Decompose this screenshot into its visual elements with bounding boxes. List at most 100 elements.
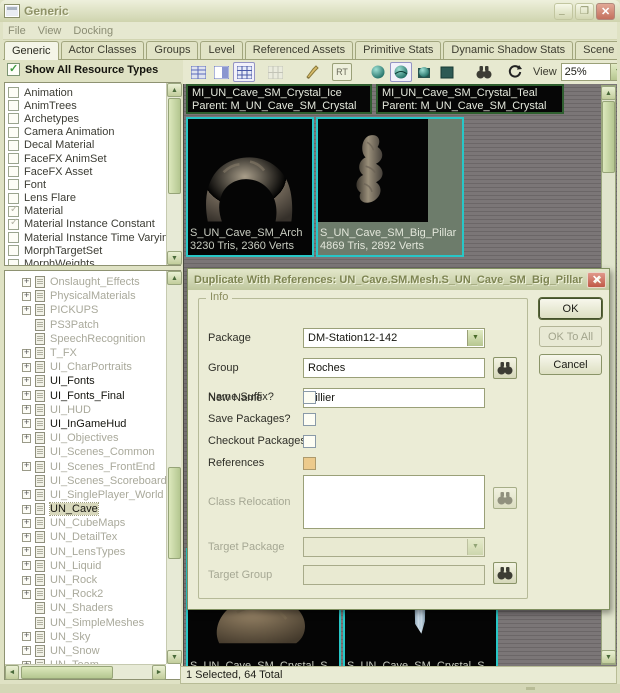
resource-type-row[interactable]: MorphTargetSet bbox=[8, 244, 180, 257]
resource-type-row[interactable]: Font bbox=[8, 178, 180, 191]
package-tree-item[interactable]: UN_Liquid bbox=[5, 559, 180, 573]
scroll-thumb[interactable] bbox=[21, 666, 113, 679]
package-tree-item[interactable]: UN_Rock bbox=[5, 573, 180, 587]
package-tree-item[interactable]: UN_SimpleMeshes bbox=[5, 616, 180, 630]
resource-checkbox[interactable] bbox=[8, 100, 19, 111]
resource-list-scrollbar[interactable] bbox=[166, 83, 181, 265]
resource-type-row[interactable]: AnimTrees bbox=[8, 99, 180, 112]
tree-vertical-scrollbar[interactable] bbox=[166, 271, 181, 664]
resource-checkbox[interactable] bbox=[8, 166, 19, 177]
resource-checkbox[interactable] bbox=[8, 193, 19, 204]
minimize-button[interactable] bbox=[554, 3, 573, 20]
resize-grip[interactable] bbox=[526, 687, 535, 690]
scroll-thumb[interactable] bbox=[168, 467, 181, 559]
expand-icon[interactable] bbox=[22, 306, 31, 315]
package-tree-item[interactable]: UN_Cave bbox=[5, 502, 180, 516]
package-tree-item[interactable]: UI_Fonts bbox=[5, 374, 180, 388]
package-tree-item[interactable]: UN_Sky bbox=[5, 630, 180, 644]
resource-type-row[interactable]: Decal Material bbox=[8, 139, 180, 152]
scroll-thumb[interactable] bbox=[602, 101, 615, 173]
resource-type-row[interactable]: FaceFX Asset bbox=[8, 165, 180, 178]
sphere-box-icon[interactable] bbox=[413, 62, 435, 82]
package-tree-item[interactable]: UN_DetailTex bbox=[5, 530, 180, 544]
tab[interactable]: Referenced Assets bbox=[245, 41, 353, 59]
split-view-icon[interactable] bbox=[210, 62, 232, 82]
package-tree-item[interactable]: UI_Scenes_Common bbox=[5, 445, 180, 459]
title-bar[interactable]: Generic bbox=[0, 0, 620, 22]
expand-icon[interactable] bbox=[22, 434, 31, 443]
package-tree-item[interactable]: UI_HUD bbox=[5, 403, 180, 417]
resource-type-row[interactable]: Animation bbox=[8, 86, 180, 99]
search-binoculars-icon[interactable] bbox=[473, 62, 495, 82]
expand-icon[interactable] bbox=[22, 349, 31, 358]
resource-checkbox[interactable] bbox=[8, 219, 19, 230]
maximize-button[interactable] bbox=[575, 3, 594, 20]
checkbox[interactable] bbox=[303, 457, 316, 470]
resource-type-row[interactable]: Archetypes bbox=[8, 112, 180, 125]
checkbox[interactable] bbox=[303, 413, 316, 426]
scroll-up-button[interactable] bbox=[601, 86, 616, 100]
tab[interactable]: Primitive Stats bbox=[355, 41, 441, 59]
resource-type-row[interactable]: Camera Animation bbox=[8, 126, 180, 139]
expand-icon[interactable] bbox=[22, 292, 31, 301]
menu-item[interactable]: View bbox=[38, 25, 70, 37]
package-tree-item[interactable]: SpeechRecognition bbox=[5, 332, 180, 346]
menu-item[interactable]: File bbox=[8, 25, 34, 37]
package-tree-item[interactable]: UN_Rock2 bbox=[5, 587, 180, 601]
scroll-down-button[interactable] bbox=[601, 650, 616, 664]
checkbox[interactable] bbox=[303, 435, 316, 448]
scroll-thumb[interactable] bbox=[168, 98, 181, 194]
expand-icon[interactable] bbox=[22, 576, 31, 585]
resource-type-row[interactable]: FaceFX AnimSet bbox=[8, 152, 180, 165]
expand-icon[interactable] bbox=[22, 419, 31, 428]
scroll-up-button[interactable] bbox=[167, 271, 182, 285]
expand-icon[interactable] bbox=[22, 490, 31, 499]
resource-type-row[interactable]: Material Instance Time Varying bbox=[8, 231, 180, 244]
sphere-selected-icon[interactable] bbox=[390, 62, 412, 82]
resource-checkbox[interactable] bbox=[8, 259, 19, 266]
expand-icon[interactable] bbox=[22, 363, 31, 372]
expand-icon[interactable] bbox=[22, 405, 31, 414]
sphere-icon[interactable] bbox=[367, 62, 389, 82]
view-zoom-select[interactable]: 25% bbox=[561, 63, 620, 81]
group-search-button[interactable] bbox=[493, 357, 517, 379]
resource-type-row[interactable]: Material Instance Constant bbox=[8, 218, 180, 231]
expand-icon[interactable] bbox=[22, 646, 31, 655]
package-tree-item[interactable]: T_FX bbox=[5, 346, 180, 360]
resource-checkbox[interactable] bbox=[8, 153, 19, 164]
package-tree-item[interactable]: UI_Objectives bbox=[5, 431, 180, 445]
package-tree-item[interactable]: PICKUPS bbox=[5, 303, 180, 317]
asset-tile-arch[interactable]: S_UN_Cave_SM_Arch 3230 Tris, 2360 Verts bbox=[186, 117, 314, 257]
resource-checkbox[interactable] bbox=[8, 127, 19, 138]
scroll-left-button[interactable] bbox=[5, 665, 19, 680]
expand-icon[interactable] bbox=[22, 519, 31, 528]
dialog-close-button[interactable] bbox=[587, 272, 606, 288]
expand-icon[interactable] bbox=[22, 278, 31, 287]
resource-type-row[interactable]: MorphWeights bbox=[8, 257, 180, 266]
target-group-search-button[interactable] bbox=[493, 562, 517, 584]
package-tree-item[interactable]: UI_InGameHud bbox=[5, 417, 180, 431]
expand-icon[interactable] bbox=[22, 533, 31, 542]
tab[interactable]: Actor Classes bbox=[61, 41, 145, 59]
plane-icon[interactable] bbox=[436, 62, 458, 82]
package-tree-item[interactable]: Onslaught_Effects bbox=[5, 275, 180, 289]
list-view-icon[interactable] bbox=[187, 62, 209, 82]
tab[interactable]: Groups bbox=[146, 41, 198, 59]
expand-icon[interactable] bbox=[22, 561, 31, 570]
expand-icon[interactable] bbox=[22, 391, 31, 400]
package-tree-item[interactable]: UI_Scenes_FrontEnd bbox=[5, 459, 180, 473]
show-all-resource-types[interactable]: Show All Resource Types bbox=[7, 63, 158, 76]
show-all-checkbox[interactable] bbox=[7, 63, 20, 76]
resource-checkbox[interactable] bbox=[8, 245, 19, 256]
tab[interactable]: Generic bbox=[4, 41, 59, 60]
resource-checkbox[interactable] bbox=[8, 113, 19, 124]
tab[interactable]: Level bbox=[200, 41, 242, 59]
class-relocation-textarea[interactable] bbox=[303, 475, 485, 529]
package-combobox[interactable]: DM-Station12-142 bbox=[303, 328, 485, 348]
resource-checkbox[interactable] bbox=[8, 140, 19, 151]
package-tree-item[interactable]: UN_CubeMaps bbox=[5, 516, 180, 530]
package-tree-item[interactable]: UN_Shaders bbox=[5, 601, 180, 615]
tree-horizontal-scrollbar[interactable] bbox=[5, 664, 166, 679]
dialog-title-bar[interactable]: Duplicate With References: UN_Cave.SM.Me… bbox=[188, 269, 609, 290]
expand-icon[interactable] bbox=[22, 632, 31, 641]
